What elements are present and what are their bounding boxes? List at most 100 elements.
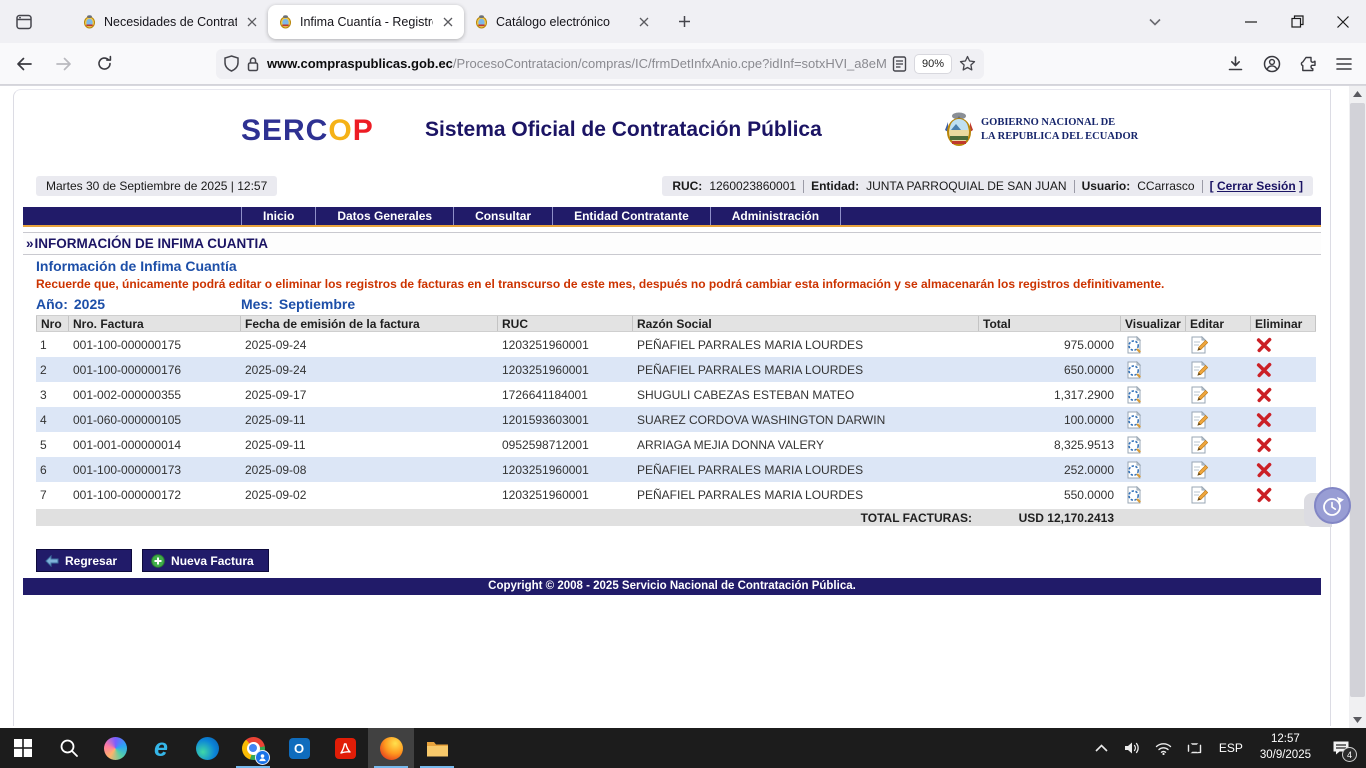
zoom-level-chip[interactable]: 90% xyxy=(915,55,951,73)
language-indicator[interactable]: ESP xyxy=(1215,741,1247,755)
nav-item-consultar[interactable]: Consultar xyxy=(454,207,553,225)
date-time-chip: Martes 30 de Septiembre de 2025 | 12:57 xyxy=(36,176,277,196)
visualizar-button[interactable] xyxy=(1121,436,1186,454)
scroll-up-arrow[interactable] xyxy=(1349,86,1366,102)
tray-chevron-up-icon[interactable] xyxy=(1091,734,1113,762)
download-icon[interactable] xyxy=(1227,55,1244,72)
logout-link[interactable]: [ Cerrar Sesión ] xyxy=(1210,179,1303,193)
cell-factura: 001-100-000000176 xyxy=(69,363,241,377)
list-all-tabs-icon[interactable] xyxy=(1138,5,1172,39)
edge-icon[interactable] xyxy=(184,728,230,768)
cell-fecha: 2025-09-24 xyxy=(241,338,498,352)
tab-close-icon[interactable] xyxy=(636,14,652,30)
restore-button[interactable] xyxy=(1274,0,1320,43)
extensions-puzzle-icon[interactable] xyxy=(1300,55,1317,72)
search-button[interactable] xyxy=(46,728,92,768)
back-button[interactable] xyxy=(8,48,40,80)
notification-center-icon[interactable]: 4 xyxy=(1324,734,1358,762)
firefox-icon[interactable] xyxy=(368,728,414,768)
eliminar-button[interactable] xyxy=(1251,336,1316,354)
reader-view-icon[interactable] xyxy=(892,56,907,72)
visualizar-button[interactable] xyxy=(1121,361,1186,379)
action-buttons: Regresar Nueva Factura xyxy=(36,549,1321,572)
minimize-button[interactable] xyxy=(1228,0,1274,43)
copilot-icon[interactable] xyxy=(92,728,138,768)
cell-total: 8,325.9513 xyxy=(979,438,1121,452)
logout-text[interactable]: Cerrar Sesión xyxy=(1217,179,1296,193)
visualizar-button[interactable] xyxy=(1121,386,1186,404)
divider xyxy=(803,180,804,193)
firefox-view-icon[interactable] xyxy=(10,8,38,36)
scroll-down-arrow[interactable] xyxy=(1349,712,1366,728)
vertical-scrollbar[interactable] xyxy=(1349,86,1366,728)
page-title: Sistema Oficial de Contratación Pública xyxy=(425,118,822,142)
eliminar-button[interactable] xyxy=(1251,386,1316,404)
visualizar-button[interactable] xyxy=(1121,461,1186,479)
visualizar-button[interactable] xyxy=(1121,336,1186,354)
nav-item-datos-generales[interactable]: Datos Generales xyxy=(316,207,454,225)
forward-button[interactable] xyxy=(48,48,80,80)
cell-nro: 4 xyxy=(36,413,69,427)
account-icon[interactable] xyxy=(1263,55,1281,73)
cell-factura: 001-100-000000175 xyxy=(69,338,241,352)
extension-clock-badge[interactable] xyxy=(1314,487,1351,524)
file-explorer-icon[interactable] xyxy=(414,728,460,768)
cell-ruc: 1201593603001 xyxy=(498,413,633,427)
table-row: 3 001-002-000000355 2025-09-17 172664118… xyxy=(36,382,1316,407)
clock[interactable]: 12:57 30/9/2025 xyxy=(1256,732,1315,763)
editar-button[interactable] xyxy=(1186,486,1251,504)
padlock-icon[interactable] xyxy=(246,56,260,72)
clock-date: 30/9/2025 xyxy=(1260,748,1311,764)
cell-fecha: 2025-09-08 xyxy=(241,463,498,477)
ecuador-coat-favicon xyxy=(82,14,97,29)
eliminar-button[interactable] xyxy=(1251,361,1316,379)
table-header-row: Nro Nro. Factura Fecha de emisión de la … xyxy=(36,315,1316,332)
gov-text-line1: GOBIERNO NACIONAL DE xyxy=(981,116,1138,130)
col-header-fecha: Fecha de emisión de la factura xyxy=(241,316,498,331)
hamburger-menu-icon[interactable] xyxy=(1336,57,1352,71)
reload-button[interactable] xyxy=(88,48,120,80)
tracking-protection-shield-icon[interactable] xyxy=(224,55,239,72)
regresar-button[interactable]: Regresar xyxy=(36,549,132,572)
url-bar[interactable]: www.compraspublicas.gob.ec/ProcesoContra… xyxy=(216,49,984,79)
editar-button[interactable] xyxy=(1186,336,1251,354)
nav-item-inicio[interactable]: Inicio xyxy=(241,207,316,225)
nueva-factura-button[interactable]: Nueva Factura xyxy=(142,549,269,572)
editar-button[interactable] xyxy=(1186,461,1251,479)
nav-item-administracion[interactable]: Administración xyxy=(711,207,841,225)
eliminar-button[interactable] xyxy=(1251,436,1316,454)
divider xyxy=(1202,180,1203,193)
tab-title: Necesidades de Contratación y xyxy=(104,15,237,29)
col-header-factura: Nro. Factura xyxy=(69,316,241,331)
start-button[interactable] xyxy=(0,728,46,768)
eliminar-button[interactable] xyxy=(1251,461,1316,479)
tab-necesidades[interactable]: Necesidades de Contratación y xyxy=(72,5,268,39)
wifi-icon[interactable] xyxy=(1153,734,1175,762)
visualizar-button[interactable] xyxy=(1121,486,1186,504)
acrobat-icon[interactable] xyxy=(322,728,368,768)
government-logo-text: GOBIERNO NACIONAL DE LA REPUBLICA DEL EC… xyxy=(981,116,1138,143)
volume-icon[interactable] xyxy=(1122,734,1144,762)
tab-close-icon[interactable] xyxy=(440,14,456,30)
editar-button[interactable] xyxy=(1186,436,1251,454)
editar-button[interactable] xyxy=(1186,411,1251,429)
month-label: Mes:Septiembre xyxy=(241,296,355,312)
tab-catalogo[interactable]: Catálogo electrónico xyxy=(464,5,660,39)
close-window-button[interactable] xyxy=(1320,0,1366,43)
outlook-icon[interactable]: O xyxy=(276,728,322,768)
connect-display-icon[interactable] xyxy=(1184,734,1206,762)
new-tab-button[interactable] xyxy=(670,8,698,36)
editar-button[interactable] xyxy=(1186,386,1251,404)
cell-factura: 001-060-000000105 xyxy=(69,413,241,427)
nav-item-entidad-contratante[interactable]: Entidad Contratante xyxy=(553,207,711,225)
internet-explorer-icon[interactable]: e xyxy=(138,728,184,768)
tab-infima-cuantia[interactable]: Infima Cuantía - Registro xyxy=(268,5,464,39)
scrollbar-thumb[interactable] xyxy=(1350,103,1365,697)
chrome-icon[interactable] xyxy=(230,728,276,768)
visualizar-button[interactable] xyxy=(1121,411,1186,429)
editar-button[interactable] xyxy=(1186,361,1251,379)
browser-tab-bar: Necesidades de Contratación y Infima Cua… xyxy=(0,0,1366,43)
tab-close-icon[interactable] xyxy=(244,14,260,30)
bookmark-star-icon[interactable] xyxy=(959,55,976,72)
eliminar-button[interactable] xyxy=(1251,411,1316,429)
